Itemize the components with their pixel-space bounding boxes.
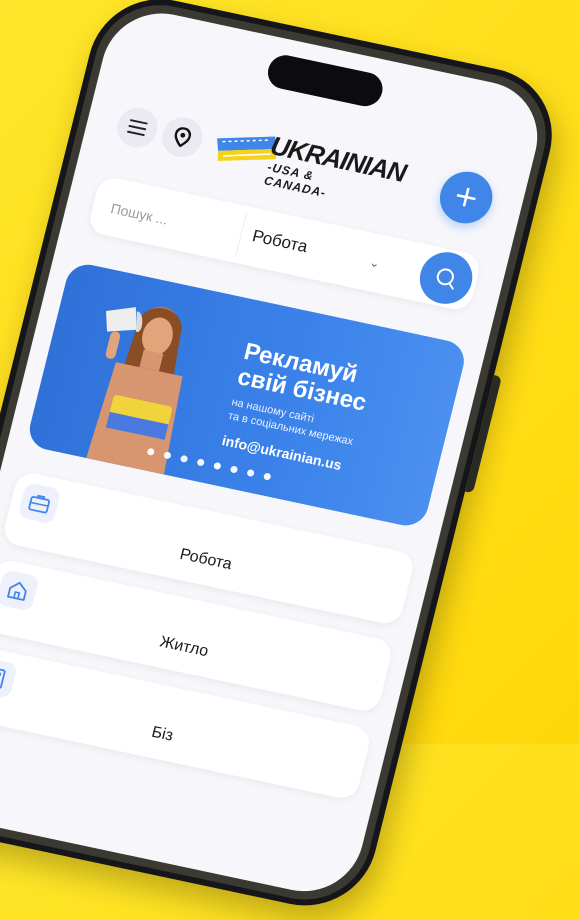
chevron-down-icon[interactable]: ⌄ xyxy=(368,255,381,271)
location-pin-icon xyxy=(172,126,192,149)
logo[interactable]: UKRAINIAN -USA & CANADA- xyxy=(205,118,384,204)
search-icon xyxy=(431,264,460,292)
woman-with-megaphone-image xyxy=(63,279,215,481)
search-button[interactable] xyxy=(414,247,477,308)
plus-icon: + xyxy=(450,177,483,216)
location-button[interactable] xyxy=(158,114,207,161)
menu-button[interactable] xyxy=(113,104,162,151)
carousel-dot[interactable] xyxy=(230,465,239,473)
carousel-dot[interactable] xyxy=(263,472,272,480)
carousel-dot[interactable] xyxy=(213,462,222,470)
carousel-dot[interactable] xyxy=(180,455,189,463)
carousel-dot[interactable] xyxy=(196,458,205,466)
carousel-dot[interactable] xyxy=(163,451,172,459)
menu-icon xyxy=(127,119,148,136)
phone-frame: UKRAINIAN -USA & CANADA- + Робота ⌄ xyxy=(0,0,567,918)
category-select[interactable]: Робота xyxy=(250,226,310,257)
dynamic-island xyxy=(264,52,386,109)
carousel-dot[interactable] xyxy=(246,469,255,477)
carousel-dot[interactable] xyxy=(147,448,156,456)
add-listing-button[interactable]: + xyxy=(434,167,497,228)
search-input[interactable] xyxy=(102,178,248,264)
